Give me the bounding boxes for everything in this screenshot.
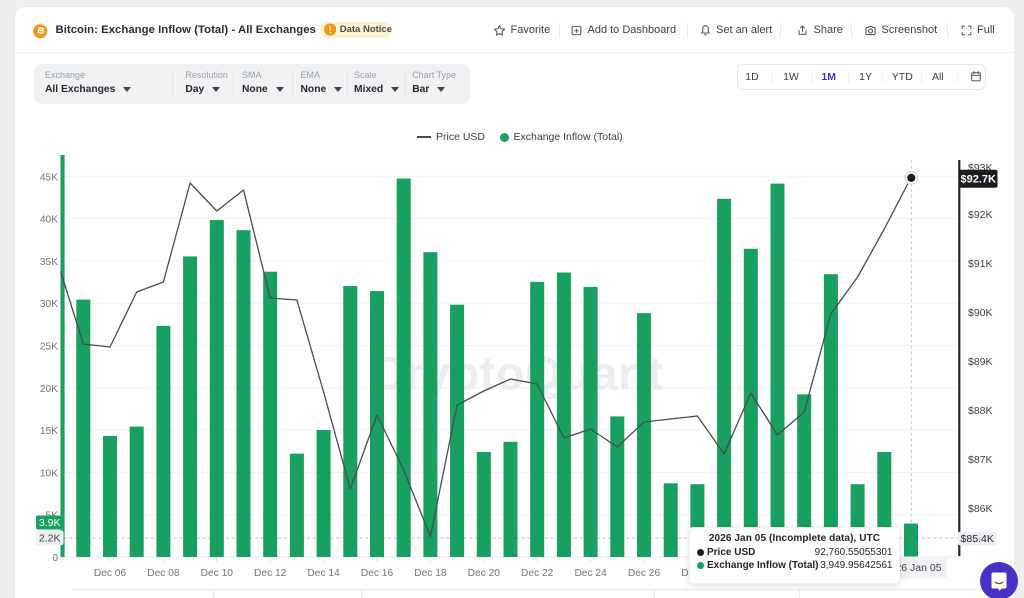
svg-text:Dec 22: Dec 22 xyxy=(521,568,554,579)
svg-text:25K: 25K xyxy=(40,342,58,353)
svg-text:CryptoQuant: CryptoQuant xyxy=(371,347,664,400)
svg-text:$87K: $87K xyxy=(968,454,993,466)
svg-text:$88K: $88K xyxy=(968,405,993,417)
svg-text:Dec 18: Dec 18 xyxy=(414,568,447,579)
svg-text:$92.7K: $92.7K xyxy=(960,174,996,186)
svg-text:Dec 12: Dec 12 xyxy=(254,568,287,579)
svg-text:Dec 20: Dec 20 xyxy=(468,568,501,579)
svg-text:3.9K: 3.9K xyxy=(39,517,61,529)
svg-text:$85.4K: $85.4K xyxy=(961,533,994,545)
svg-text:10K: 10K xyxy=(40,468,58,479)
svg-text:15K: 15K xyxy=(40,426,58,437)
svg-text:Dec 08: Dec 08 xyxy=(147,568,180,579)
svg-text:Dec 24: Dec 24 xyxy=(574,568,607,579)
svg-text:$91K: $91K xyxy=(968,258,993,270)
svg-text:$92K: $92K xyxy=(968,209,993,221)
svg-text:Dec 26: Dec 26 xyxy=(628,568,661,579)
svg-text:20K: 20K xyxy=(40,384,58,395)
svg-text:0: 0 xyxy=(52,553,58,564)
svg-text:35K: 35K xyxy=(40,257,58,268)
svg-text:$89K: $89K xyxy=(968,356,993,368)
svg-text:Dec 06: Dec 06 xyxy=(94,568,127,579)
svg-text:30K: 30K xyxy=(40,299,58,310)
svg-text:Dec 14: Dec 14 xyxy=(307,568,340,579)
svg-text:40K: 40K xyxy=(40,215,58,226)
svg-text:45K: 45K xyxy=(40,172,58,183)
svg-text:$86K: $86K xyxy=(968,503,993,515)
svg-text:$90K: $90K xyxy=(968,307,993,319)
svg-text:Dec 16: Dec 16 xyxy=(361,568,394,579)
svg-text:2.2K: 2.2K xyxy=(39,533,61,545)
svg-text:Dec 10: Dec 10 xyxy=(201,568,234,579)
